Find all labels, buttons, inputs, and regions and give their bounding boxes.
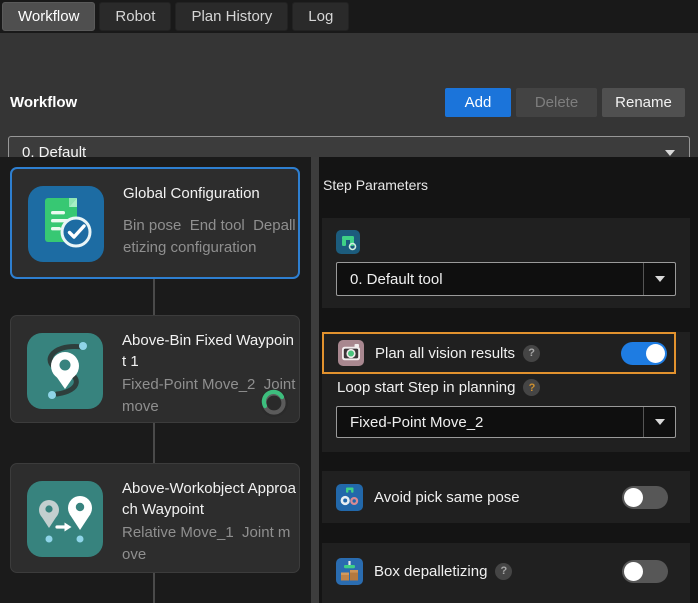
box-gripper-icon (336, 558, 363, 585)
loop-start-dropdown-value: Fixed-Point Move_2 (337, 414, 643, 431)
workflow-header: Workflow Add Delete Rename 0. Default (0, 33, 698, 157)
loop-start-dropdown[interactable]: Fixed-Point Move_2 (336, 406, 676, 438)
step-parameters-panel: Step Parameters 0. Default tool (319, 157, 698, 603)
plan-all-vision-results-label: Plan all vision results (375, 345, 515, 362)
workflow-actions: Add Delete Rename (445, 88, 685, 117)
gears-gripper-icon (336, 484, 363, 511)
plan-all-vision-results-toggle[interactable] (621, 342, 667, 365)
waypoint-move-icon (27, 481, 103, 557)
loop-icon (259, 388, 289, 418)
help-icon[interactable]: ? (523, 345, 540, 362)
top-tab-bar: Workflow Robot Plan History Log (0, 0, 698, 33)
tab-log[interactable]: Log (292, 2, 349, 31)
box-depalletizing-label: Box depalletizing (374, 563, 487, 580)
avoid-pick-same-pose-toggle[interactable] (622, 486, 668, 509)
tab-robot[interactable]: Robot (99, 2, 171, 31)
toggle-knob (624, 562, 643, 581)
toggle-knob (624, 488, 643, 507)
end-tool-dropdown[interactable]: 0. Default tool (336, 262, 676, 296)
app-window: Workflow Robot Plan History Log Workflow… (0, 0, 698, 603)
step-subtitle: Relative Move_1 Joint move (122, 522, 298, 566)
avoid-pick-same-pose-section: Avoid pick same pose (322, 471, 690, 523)
help-icon[interactable]: ? (495, 563, 512, 580)
loop-start-label: Loop start Step in planning (337, 379, 515, 396)
step-subtitle: Bin pose End tool Depalletizing configur… (123, 215, 299, 259)
chevron-down-icon (665, 150, 675, 156)
chevron-down-icon (655, 419, 665, 425)
add-button[interactable]: Add (445, 88, 511, 117)
chevron-down-icon (655, 276, 665, 282)
waypoint-path-icon (27, 333, 103, 409)
end-tool-dropdown-value: 0. Default tool (337, 271, 643, 288)
rename-button[interactable]: Rename (602, 88, 685, 117)
delete-button[interactable]: Delete (516, 88, 597, 117)
plan-all-vision-results-row: Plan all vision results ? (322, 332, 676, 374)
help-icon[interactable]: ? (523, 379, 540, 396)
dropdown-caret-zone[interactable] (643, 263, 675, 295)
step-list-panel: Global Configuration Bin pose End tool D… (0, 157, 311, 603)
main-area: Global Configuration Bin pose End tool D… (0, 157, 698, 603)
loop-start-label-row: Loop start Step in planning ? (337, 379, 540, 396)
end-tool-section: 0. Default tool (322, 218, 690, 308)
step-card-text: Above-Workobject Approach Waypoint Relat… (122, 478, 298, 566)
tab-workflow[interactable]: Workflow (2, 2, 95, 31)
vision-camera-icon (338, 340, 364, 366)
step-title: Above-Workobject Approach Waypoint (122, 478, 298, 520)
avoid-pick-same-pose-label: Avoid pick same pose (374, 489, 520, 506)
step-card-above-workobject-approach-waypoint[interactable]: Above-Workobject Approach Waypoint Relat… (10, 463, 300, 573)
step-list-scrollbar[interactable] (311, 157, 319, 603)
box-depalletizing-section: Box depalletizing ? (322, 543, 690, 603)
page-title: Workflow (10, 94, 77, 111)
step-parameters-title: Step Parameters (323, 177, 428, 193)
toggle-knob (646, 344, 665, 363)
step-card-text: Global Configuration Bin pose End tool D… (123, 183, 299, 259)
tab-plan-history[interactable]: Plan History (175, 2, 288, 31)
end-tool-icon (336, 230, 360, 254)
step-card-global-configuration[interactable]: Global Configuration Bin pose End tool D… (10, 167, 300, 279)
document-check-icon (28, 186, 104, 262)
step-title: Global Configuration (123, 183, 299, 204)
box-depalletizing-toggle[interactable] (622, 560, 668, 583)
vision-planning-section: Plan all vision results ? Loop start Ste… (322, 332, 690, 452)
step-title: Above-Bin Fixed Waypoint 1 (122, 330, 298, 372)
dropdown-caret-zone[interactable] (643, 407, 675, 437)
step-card-above-bin-fixed-waypoint[interactable]: Above-Bin Fixed Waypoint 1 Fixed-Point M… (10, 315, 300, 423)
